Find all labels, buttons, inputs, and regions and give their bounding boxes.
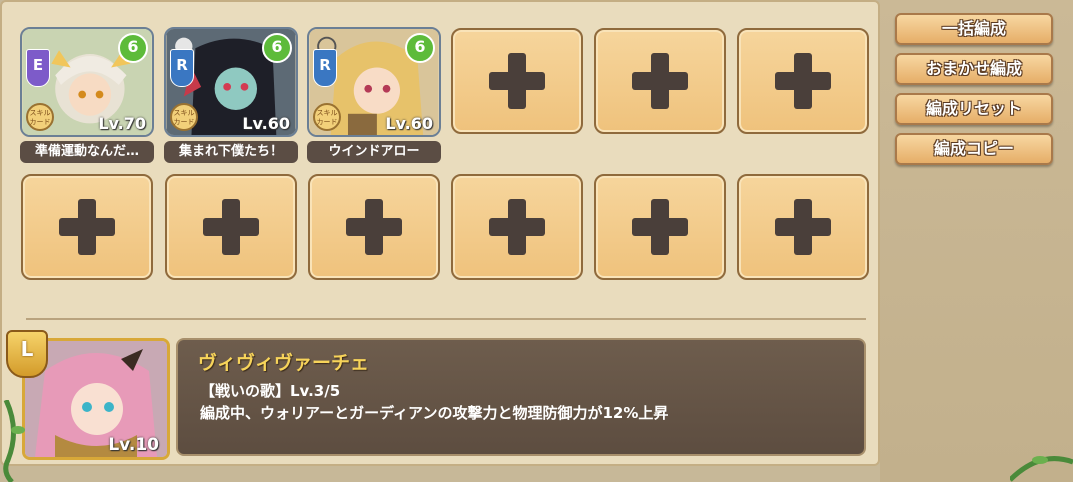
auto-form-button[interactable]: おまかせ編成 [895,53,1053,85]
party-member-1[interactable]: E 6 スキルカード Lv.70 [20,27,154,137]
rarity-badge: R [313,49,337,87]
empty-party-slot[interactable] [165,174,297,280]
party-member-2[interactable]: R 6 スキルカード Lv.60 [164,27,298,137]
empty-party-slot[interactable] [594,174,726,280]
member-skill-name: 準備運動なんだ… [20,141,154,163]
party-member-3[interactable]: R 6 スキルカード Lv.60 [307,27,441,137]
empty-party-slot[interactable] [451,28,583,134]
vine-decoration [1010,456,1073,482]
leader-level: Lv.10 [108,435,159,455]
wind-element-icon: 6 [262,33,292,63]
leader-badge-icon: L [6,330,48,378]
plus-icon [775,53,831,109]
empty-party-slot[interactable] [737,174,869,280]
plus-icon [632,199,688,255]
wind-element-icon: 6 [405,33,435,63]
bulk-form-button[interactable]: 一括編成 [895,13,1053,45]
leader-name: ヴィヴィヴァーチェ [198,352,370,374]
skill-card-icon: スキルカード [313,103,341,131]
empty-party-slot[interactable] [737,28,869,134]
empty-party-slot[interactable] [308,174,440,280]
skill-card-icon: スキルカード [26,103,54,131]
plus-icon [632,53,688,109]
vine-decoration [3,400,25,482]
member-skill-name: 集まれ下僕たち！ [164,141,298,163]
copy-form-button[interactable]: 編成コピー [895,133,1053,165]
wind-element-icon: 6 [118,33,148,63]
leader-skill-title: 【戦いの歌】Lv.3/5 [200,382,341,400]
member-level: Lv.60 [385,114,433,133]
rarity-badge: E [26,49,50,87]
empty-party-slot[interactable] [594,28,726,134]
rarity-badge: R [170,49,194,87]
plus-icon [346,199,402,255]
section-divider [26,318,866,326]
plus-icon [203,199,259,255]
member-level: Lv.70 [98,114,146,133]
reset-form-button[interactable]: 編成リセット [895,93,1053,125]
plus-icon [59,199,115,255]
skill-card-icon: スキルカード [170,103,198,131]
member-level: Lv.60 [242,114,290,133]
leader-skill-description: 編成中、ウォリアーとガーディアンの攻撃力と物理防御力が12%上昇 [200,404,669,422]
member-skill-name: ウインドアロー [307,141,441,163]
plus-icon [489,199,545,255]
empty-party-slot[interactable] [21,174,153,280]
leader-skill-panel: ヴィヴィヴァーチェ 【戦いの歌】Lv.3/5 編成中、ウォリアーとガーディアンの… [176,338,866,456]
empty-party-slot[interactable] [451,174,583,280]
plus-icon [775,199,831,255]
plus-icon [489,53,545,109]
